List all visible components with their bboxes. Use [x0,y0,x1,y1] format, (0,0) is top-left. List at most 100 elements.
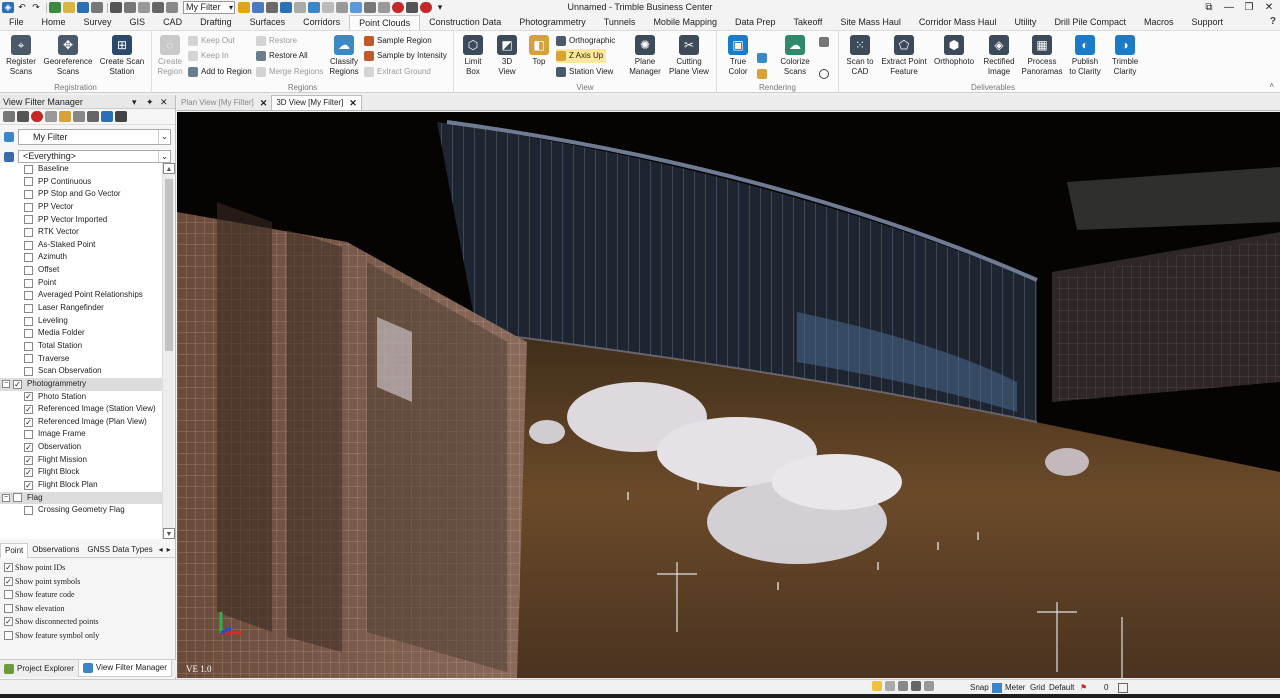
tree-item[interactable]: Scan Observation [0,365,162,378]
option-row[interactable]: ✓ Show point symbols [4,575,174,589]
plane-manager-button[interactable]: ✺ Plane Manager [628,35,662,77]
settings-icon[interactable] [336,2,348,13]
page-icon[interactable] [322,2,334,13]
top-view-button[interactable]: ◧ Top [526,35,552,67]
checkbox[interactable] [24,202,33,212]
create-scan-station-button[interactable]: ⊞ Create Scan Station [98,35,146,77]
filter-combo[interactable]: My Filter [183,1,235,14]
tab-tunnels[interactable]: Tunnels [595,15,645,30]
checkbox[interactable]: ✓ [4,576,13,586]
layer-filter-icon[interactable] [59,111,71,122]
tree-item[interactable]: PP Vector Imported [0,214,162,227]
tree-item[interactable]: ✓ Referenced Image (Plan View) [0,416,162,429]
help-icon[interactable]: ? [1270,16,1276,27]
snap-angle-icon[interactable] [924,681,934,691]
3d-view-button[interactable]: ◩ 3D View [492,35,522,77]
customize-icon[interactable]: ▾ [434,2,446,13]
tab-takeoff[interactable]: Takeoff [785,15,832,30]
option-row[interactable]: ✓ Show point IDs [4,561,174,575]
tree-scrollbar[interactable]: ▲ ▼ [162,163,175,539]
snap-icon[interactable] [266,2,278,13]
panel-close-icon[interactable]: ✕ [160,95,168,109]
snap-line-icon[interactable] [898,681,908,691]
tree-item[interactable]: Azimuth [0,251,162,264]
tree-item[interactable]: ✓ Observation [0,441,162,454]
classify-regions-button[interactable]: ☁ Classify Regions [328,35,360,77]
checkbox[interactable] [24,354,33,364]
tab-view-filter-manager[interactable]: View Filter Manager [77,660,172,677]
collapse-ribbon-icon[interactable]: ˄ [1269,81,1274,90]
true-color-button[interactable]: ▣ True Color [723,35,753,77]
app-logo-icon[interactable]: ◈ [2,2,14,13]
tab-point-clouds[interactable]: Point Clouds [349,15,421,30]
snap-point-icon[interactable] [885,681,895,691]
select-icon[interactable] [138,2,150,13]
process-panoramas-button[interactable]: ▦ Process Panoramas [1021,35,1063,77]
option-row[interactable]: Show feature symbol only [4,629,174,643]
tab-macros[interactable]: Macros [1135,15,1183,30]
checkbox[interactable] [24,253,33,263]
checkbox[interactable] [24,291,33,301]
keep-in-button[interactable]: Keep In [188,49,229,63]
scroll-up-icon[interactable]: ▲ [163,163,175,174]
redo-icon[interactable]: ↷ [30,2,42,13]
tree-item[interactable]: RTK Vector [0,226,162,239]
checkbox[interactable]: ✓ [13,379,22,389]
tree-item[interactable]: PP Continuous [0,176,162,189]
tree-item[interactable]: Baseline [0,163,162,176]
text-filter-icon[interactable] [115,111,127,122]
3d-viewport[interactable]: VE 1.0 [177,112,1280,678]
tab-file[interactable]: File [0,15,33,30]
tab-surfaces[interactable]: Surfaces [241,15,295,30]
pin-icon[interactable]: ⧉ [1200,0,1218,15]
checkbox[interactable]: ✓ [24,468,33,478]
open-folder-icon[interactable] [63,2,75,13]
checkbox[interactable] [24,215,33,225]
measure-icon[interactable] [294,2,306,13]
tab-corridor-mass-haul[interactable]: Corridor Mass Haul [910,15,1006,30]
filter-settings-icon[interactable] [3,111,15,122]
stop-icon[interactable] [406,2,418,13]
tab-gnss-data-types[interactable]: GNSS Data Types [83,543,156,557]
tree-item[interactable]: PP Vector [0,201,162,214]
checkbox[interactable]: ✓ [24,404,33,414]
option-row[interactable]: Show elevation [4,602,174,616]
merge-regions-button[interactable]: Merge Regions [256,65,323,79]
checkbox[interactable] [24,341,33,351]
intensity-icon[interactable] [757,69,767,79]
scope-dropdown[interactable]: <Everything> ⌄ [18,150,171,163]
tab-data-prep[interactable]: Data Prep [726,15,785,30]
tab-gis[interactable]: GIS [121,15,155,30]
units-label[interactable]: Meter [1005,681,1025,694]
checkbox[interactable] [4,630,13,640]
checkbox[interactable] [24,316,33,326]
snap-toggle[interactable]: Snap [970,681,989,694]
checkbox[interactable]: ✓ [4,617,13,627]
tab-scroll-left-icon[interactable]: ◂ [157,543,165,557]
filter-edit-icon[interactable] [17,111,29,122]
connect-icon[interactable] [350,2,362,13]
close-tab-icon[interactable]: ✕ [349,96,357,110]
checkbox[interactable] [24,367,33,377]
tab-survey[interactable]: Survey [75,15,121,30]
tab-cad[interactable]: CAD [154,15,191,30]
restore-button[interactable]: ❐ [1240,0,1258,15]
record-icon[interactable] [392,2,404,13]
zoom-extents-icon[interactable] [110,2,122,13]
render-mode-icon[interactable] [757,37,767,47]
panel-menu-icon[interactable]: ▾ [132,95,137,109]
keep-out-button[interactable]: Keep Out [188,34,235,48]
close-button[interactable]: ✕ [1260,0,1278,15]
tree-item[interactable]: Media Folder [0,327,162,340]
tab-photogrammetry[interactable]: Photogrammetry [510,15,595,30]
tree-item[interactable]: ✓ Referenced Image (Station View) [0,403,162,416]
tree-item[interactable]: Traverse [0,353,162,366]
checkbox[interactable]: ✓ [24,392,33,402]
checkbox[interactable] [4,590,13,600]
rectified-image-button[interactable]: ◈ Rectified Image [979,35,1019,77]
publish-to-clarity-button[interactable]: ◐ Publish to Clarity [1067,35,1103,77]
cancel-icon[interactable] [420,2,432,13]
scroll-down-icon[interactable]: ▼ [163,528,175,539]
tree-item[interactable]: Leveling [0,315,162,328]
close-tab-icon[interactable]: ✕ [260,96,268,110]
